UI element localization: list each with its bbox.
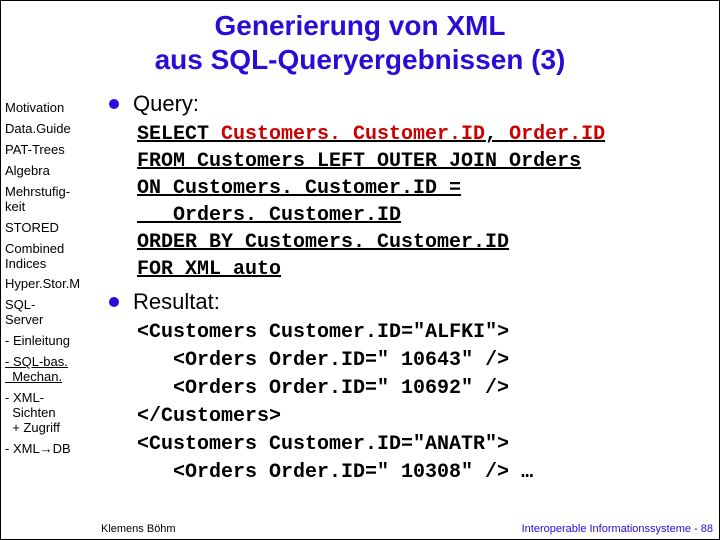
title-line2: aus SQL-Queryergebnissen (3) xyxy=(155,44,566,75)
sidebar-item-xml-sichten[interactable]: - XML- Sichten + Zugriff xyxy=(5,391,95,436)
sidebar-item-stored[interactable]: STORED xyxy=(5,221,95,236)
result-hl-customerid: Customer.ID xyxy=(269,321,401,344)
bullet-icon xyxy=(109,99,119,109)
bullet-result: Resultat: xyxy=(109,289,709,315)
bullet-query-label: Query: xyxy=(133,91,199,117)
sidebar: Motivation Data.Guide PAT-Trees Algebra … xyxy=(5,101,95,463)
query-code: SELECT Customers. Customer.ID, Order.ID … xyxy=(137,121,709,283)
sidebar-item-einleitung[interactable]: - Einleitung xyxy=(5,334,95,349)
sidebar-item-sqlserver[interactable]: SQL- Server xyxy=(5,298,95,328)
sidebar-item-pat-trees[interactable]: PAT-Trees xyxy=(5,143,95,158)
footer-page: Interoperable Informationssysteme - 88 xyxy=(522,523,713,535)
sidebar-item-xml-db[interactable]: - XML→DB xyxy=(5,442,95,457)
bullet-query: Query: xyxy=(109,91,709,117)
slide: Generierung von XML aus SQL-Queryergebni… xyxy=(0,0,720,540)
footer: Klemens Böhm Interoperable Informationss… xyxy=(1,523,719,535)
result-code: <Customers Customer.ID="ALFKI"> <Orders … xyxy=(137,319,709,487)
sidebar-item-hyperstorm[interactable]: Hyper.Stor.M xyxy=(5,277,95,292)
sidebar-item-mehrstufigkeit[interactable]: Mehrstufig- keit xyxy=(5,185,95,215)
bullet-icon xyxy=(109,297,119,307)
result-hl-orderid: Order.ID xyxy=(269,349,365,372)
sidebar-item-dataguide[interactable]: Data.Guide xyxy=(5,122,95,137)
sidebar-item-motivation[interactable]: Motivation xyxy=(5,101,95,116)
content-area: Query: SELECT Customers. Customer.ID, Or… xyxy=(109,91,709,487)
sidebar-item-sql-bas-mechan[interactable]: - SQL-bas. Mechan. xyxy=(5,355,95,385)
title-line1: Generierung von XML xyxy=(215,10,506,41)
sidebar-item-combined-indices[interactable]: Combined Indices xyxy=(5,242,95,272)
bullet-result-label: Resultat: xyxy=(133,289,220,315)
sidebar-item-algebra[interactable]: Algebra xyxy=(5,164,95,179)
slide-title: Generierung von XML aus SQL-Queryergebni… xyxy=(1,9,719,76)
footer-author: Klemens Böhm xyxy=(101,523,176,535)
query-hl-customerid: Customers. Customer.ID xyxy=(221,123,485,146)
query-hl-orderid: Order.ID xyxy=(509,123,605,146)
